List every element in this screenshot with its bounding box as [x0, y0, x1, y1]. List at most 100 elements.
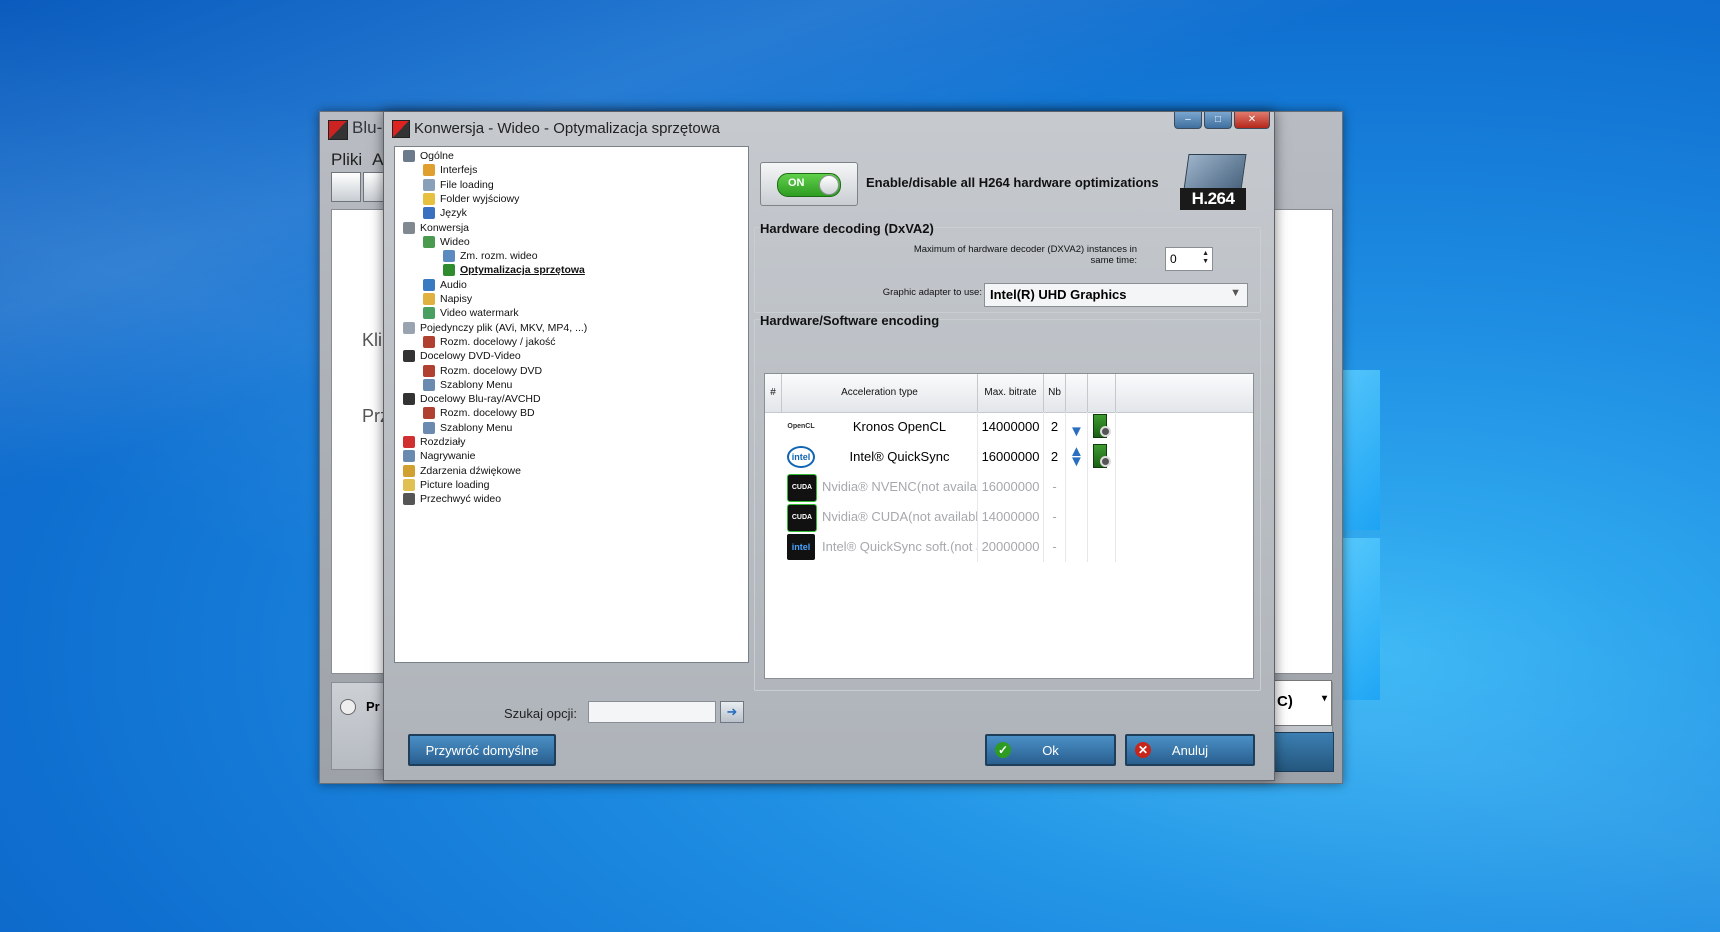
tree-item[interactable]: Picture loading [403, 478, 489, 492]
cell-settings [1088, 502, 1116, 532]
tree-item[interactable]: Ogólne [403, 149, 454, 163]
cancel-button[interactable]: ✕ Anuluj [1125, 734, 1255, 766]
h264-badge-icon: H.264 [1180, 154, 1248, 214]
tree-item[interactable]: Docelowy Blu-ray/AVCHD [403, 392, 541, 406]
tree-item[interactable]: Napisy [423, 292, 472, 306]
tree-item[interactable]: Rozdziały [403, 435, 466, 449]
tree-item[interactable]: File loading [423, 178, 494, 192]
tree-item[interactable]: Pojedynczy plik (AVi, MKV, MP4, ...) [403, 321, 587, 335]
tree-item-label: Szablony Menu [440, 421, 513, 434]
tree-item[interactable]: Interfejs [423, 163, 477, 177]
tree-item-label: Nagrywanie [420, 450, 476, 463]
tree-item-label: Optymalizacja sprzętowa [460, 264, 585, 277]
tree-item[interactable]: Szablony Menu [423, 378, 512, 392]
dialog-minimize-button[interactable]: – [1174, 112, 1202, 129]
cell-order [1066, 502, 1088, 532]
tree-item-icon [403, 150, 415, 162]
cell-nb[interactable]: 2 [1044, 442, 1066, 472]
cell-nb[interactable]: - [1044, 472, 1066, 502]
tree-item-icon [423, 192, 435, 205]
tree-item[interactable]: Rozm. docelowy / jakość [423, 335, 556, 349]
check-icon: ✓ [995, 742, 1011, 758]
tree-item-label: File loading [440, 178, 494, 191]
table-row[interactable]: CUDA Nvidia® CUDA(not available) 14000000- [765, 502, 1145, 532]
table-row[interactable]: intel Intel® QuickSync 16000000 2 ▲ ▼ [765, 442, 1145, 472]
tree-item[interactable]: Audio [423, 278, 467, 292]
column-header-index[interactable]: # [765, 374, 782, 412]
max-instances-spinner[interactable]: 0 ▲ ▼ [1165, 247, 1213, 271]
tree-item-label: Szablony Menu [440, 378, 513, 391]
cell-acceleration-type: Nvidia® NVENC(not available) [782, 472, 978, 502]
tree-item[interactable]: Zdarzenia dźwiękowe [403, 464, 521, 478]
tree-item-label: Ogólne [420, 150, 454, 162]
menu-pliki[interactable]: Pliki [331, 150, 362, 169]
tree-item[interactable]: Folder wyjściowy [423, 192, 519, 206]
tree-item-icon [443, 264, 455, 277]
tree-item[interactable]: Wideo [423, 235, 470, 249]
back-bottom-label: Pr [366, 699, 380, 714]
cell-nb[interactable]: 2 [1044, 412, 1066, 442]
cell-max-bitrate: 20000000 [978, 532, 1044, 562]
tree-item-icon [423, 164, 435, 177]
column-header-bitrate[interactable]: Max. bitrate [978, 374, 1044, 412]
table-row[interactable]: CUDANvidia® NVENC(not available)16000000… [765, 472, 1145, 502]
tree-item[interactable]: Język [423, 206, 467, 220]
tree-item-icon [423, 307, 435, 320]
add-file-icon[interactable] [331, 172, 361, 202]
cell-acceleration-type: Intel® QuickSync [782, 442, 978, 472]
table-row[interactable]: intel Intel® QuickSync soft.(not a... 2000… [765, 532, 1145, 562]
back-format-combo[interactable]: C) ▾ [1272, 680, 1332, 726]
tree-item[interactable]: Przechwyć wideo [403, 492, 501, 506]
tree-item[interactable]: Nagrywanie [403, 449, 475, 463]
search-input[interactable] [588, 701, 716, 723]
graphics-card-icon [1183, 154, 1247, 190]
tree-item[interactable]: Szablony Menu [423, 421, 512, 435]
tree-item-label: Docelowy DVD-Video [420, 350, 521, 363]
restore-defaults-button[interactable]: Przywróć domyślne [408, 734, 556, 766]
app-icon [328, 120, 348, 140]
search-go-button[interactable]: ➜ [720, 701, 744, 723]
tree-item[interactable]: Konwersja [403, 221, 469, 235]
h264-toggle-container: ON [760, 162, 858, 206]
cell-nb[interactable]: - [1044, 532, 1066, 562]
move-down-icon[interactable]: ▼ [1069, 417, 1084, 439]
table-header: # Acceleration type Max. bitrate Nb [765, 374, 1253, 413]
card-settings-icon[interactable] [1093, 444, 1111, 470]
chevron-down-icon: ▼ [1230, 287, 1241, 299]
dialog-maximize-button[interactable]: □ [1204, 112, 1232, 129]
column-header-order[interactable] [1066, 374, 1088, 412]
h264-toggle[interactable]: ON [777, 173, 841, 197]
gear-shape [1100, 426, 1111, 437]
max-instances-value: 0 [1170, 252, 1177, 266]
gear-shape [1100, 456, 1111, 467]
tree-item-label: Picture loading [420, 478, 490, 491]
dialog-title: Konwersja - Wideo - Optymalizacja sprzęt… [414, 120, 720, 137]
tree-item-label: Rozm. docelowy BD [440, 407, 535, 420]
dialog-close-button[interactable]: ✕ [1234, 112, 1270, 129]
ok-button[interactable]: ✓ Ok [985, 734, 1116, 766]
decoding-group-title: Hardware decoding (DxVA2) [760, 221, 934, 236]
tree-item[interactable]: Optymalizacja sprzętowa [443, 263, 585, 277]
tree-item-icon [423, 278, 435, 291]
tree-item-icon [423, 178, 435, 191]
column-header-nb[interactable]: Nb [1044, 374, 1066, 412]
column-header-type[interactable]: Acceleration type [782, 374, 978, 412]
adapter-select[interactable]: Intel(R) UHD Graphics ▼ [984, 283, 1248, 307]
tree-item[interactable]: Docelowy DVD-Video [403, 349, 521, 363]
dialog-titlebar[interactable]: Konwersja - Wideo - Optymalizacja sprzęt… [384, 112, 1274, 144]
tree-item[interactable]: Zm. rozm. wideo [443, 249, 538, 263]
tree-item[interactable]: Rozm. docelowy BD [423, 406, 535, 420]
spinner-arrows-icon[interactable]: ▲ ▼ [1202, 250, 1209, 266]
tree-item[interactable]: Rozm. docelowy DVD [423, 364, 542, 378]
toggle-state-label: ON [788, 177, 805, 189]
cell-settings [1088, 472, 1116, 502]
cell-nb[interactable]: - [1044, 502, 1066, 532]
card-settings-icon[interactable] [1093, 414, 1111, 440]
column-header-settings[interactable] [1088, 374, 1116, 412]
table-row[interactable]: OpenCL Kronos OpenCL 14000000 2 ▼ [765, 412, 1145, 442]
tree-item[interactable]: Video watermark [423, 306, 519, 320]
cell-max-bitrate: 14000000 [978, 502, 1044, 532]
tree-item-icon [423, 207, 435, 220]
move-up-down-icon[interactable]: ▲ ▼ [1069, 444, 1084, 469]
back-convert-button[interactable] [1272, 732, 1334, 772]
